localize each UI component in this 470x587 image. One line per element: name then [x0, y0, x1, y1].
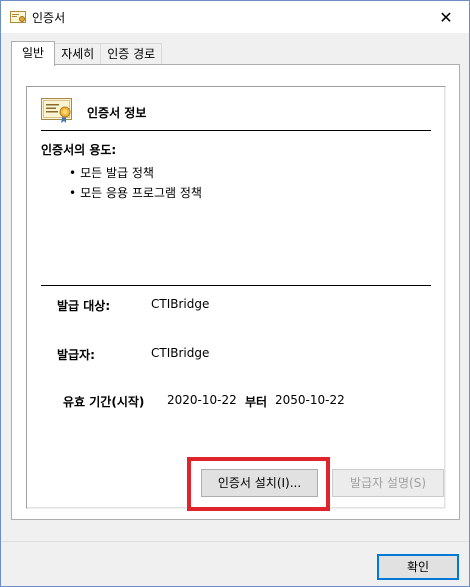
certificate-info-heading: 인증서 정보 [87, 106, 147, 120]
close-button[interactable]: ✕ [423, 1, 469, 33]
valid-from-value: 2020-10-22 [167, 393, 237, 407]
issued-by-value: CTIBridge [151, 346, 210, 360]
tab-certification-path[interactable]: 인증 경로 [100, 43, 163, 65]
validity-label: 유효 기간(시작) [63, 395, 145, 409]
divider [41, 130, 431, 131]
tab-general[interactable]: 일반 [11, 41, 56, 66]
certificate-icon [10, 10, 26, 24]
certificate-info-box: 인증서 정보 인증서의 용도: 모든 발급 정책 모든 응용 프로그램 정책 발… [26, 86, 446, 509]
window-title: 인증서 [32, 11, 66, 25]
issuer-statement-button[interactable]: 발급자 설명(S) [332, 469, 444, 497]
highlight-box [187, 457, 330, 511]
issued-to-label: 발급 대상: [57, 299, 111, 313]
list-item: 모든 발급 정책 [69, 163, 202, 183]
footer-divider [1, 541, 469, 542]
tab-strip: 일반 자세히 인증 경로 [11, 41, 163, 66]
list-item: 모든 응용 프로그램 정책 [69, 183, 202, 203]
issued-by-label: 발급자: [57, 348, 95, 362]
purpose-title: 인증서의 용도: [41, 143, 117, 157]
close-icon: ✕ [439, 7, 453, 27]
valid-to-value: 2050-10-22 [275, 393, 345, 407]
purpose-list: 모든 발급 정책 모든 응용 프로그램 정책 [69, 163, 202, 203]
until-label: 부터 [245, 395, 268, 409]
ok-button[interactable]: 확인 [377, 554, 459, 580]
issued-to-value: CTIBridge [151, 297, 210, 311]
general-panel: 인증서 정보 인증서의 용도: 모든 발급 정책 모든 응용 프로그램 정책 발… [11, 64, 460, 520]
certificate-icon [41, 96, 75, 124]
tab-details[interactable]: 자세히 [54, 43, 102, 65]
title-bar: 인증서 ✕ [1, 1, 469, 33]
divider [41, 285, 431, 286]
certificate-dialog: 인증서 ✕ 일반 자세히 인증 경로 인증서 정보 인증서의 용도: • 모든 … [0, 0, 470, 587]
